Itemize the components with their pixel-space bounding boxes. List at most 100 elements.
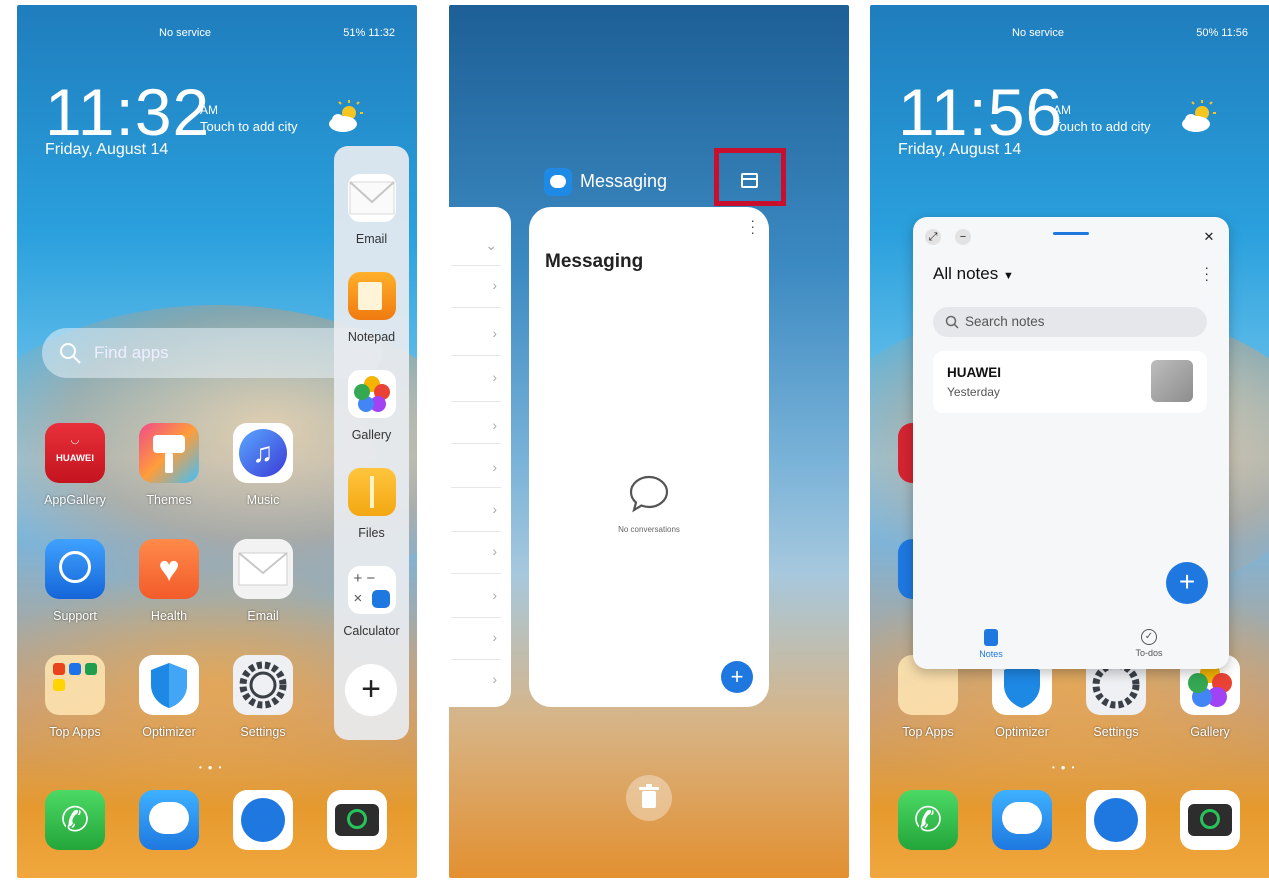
globe-icon <box>233 790 293 850</box>
app-top-apps-folder[interactable]: Top Apps <box>40 655 110 739</box>
dock-messaging[interactable] <box>134 790 204 850</box>
phone-icon: ✆ <box>45 790 105 850</box>
add-city-link[interactable]: Touch to add city <box>200 119 298 134</box>
search-placeholder: Find apps <box>94 343 169 362</box>
notepad-icon <box>347 272 396 320</box>
floating-window-panel: No service 50% 11:56 11:56 AM Touch to a… <box>870 5 1269 878</box>
home-screen-panel: No service 51% 11:32 11:32 AM Touch to a… <box>17 5 417 878</box>
gear-icon <box>233 655 293 715</box>
envelope-icon <box>347 174 396 222</box>
camera-icon <box>327 790 387 850</box>
app-email[interactable]: Email <box>228 539 298 623</box>
add-app-button[interactable]: + <box>345 664 397 716</box>
dock-camera[interactable] <box>322 790 392 850</box>
dock-phone[interactable]: ✆ <box>40 790 110 850</box>
sidebar-item-calculator[interactable]: + − × Calculator <box>334 566 409 638</box>
clock-widget[interactable]: 11:32 AM Touch to add city <box>45 75 298 149</box>
notes-filter-dropdown[interactable]: All notes ▼ <box>933 264 1014 284</box>
messaging-app-icon <box>544 168 572 196</box>
sidebar-item-gallery[interactable]: Gallery <box>334 370 409 442</box>
find-apps-search[interactable]: Find apps <box>42 328 382 378</box>
empty-chat-icon <box>629 475 669 513</box>
envelope-icon <box>233 539 293 599</box>
fullscreen-icon[interactable]: ⤢ <box>925 229 941 245</box>
heart-icon: ♥ <box>139 539 199 599</box>
sidebar-item-files[interactable]: Files <box>334 468 409 540</box>
sidebar-label: Notepad <box>347 330 396 344</box>
app-label: AppGallery <box>44 493 106 507</box>
tab-label: To-dos <box>1135 648 1163 658</box>
notes-search-input[interactable]: Search notes <box>933 307 1207 337</box>
app-health[interactable]: ♥ Health <box>134 539 204 623</box>
app-appgallery[interactable]: ◡ HUAWEI AppGallery <box>40 423 110 507</box>
chevron-right-icon: › <box>492 543 497 559</box>
weather-icon[interactable] <box>1178 99 1218 135</box>
dock-browser[interactable] <box>228 790 298 850</box>
chat-bubble-icon <box>139 790 199 850</box>
new-note-button[interactable]: + <box>1166 562 1208 604</box>
note-title: HUAWEI <box>947 365 1001 380</box>
recents-panel: ⌄ › › › › › › › › › › Messaging · · · Mess… <box>449 5 849 878</box>
folder-icon <box>347 468 396 516</box>
app-label: Gallery <box>1190 725 1230 739</box>
app-label: Support <box>53 609 97 623</box>
close-icon[interactable]: ✕ <box>1201 229 1217 245</box>
search-icon <box>60 343 81 364</box>
floating-notepad-window[interactable]: ⤢ − ✕ All notes ▼ · · · Search notes HUAWE… <box>913 217 1229 669</box>
status-network: No service <box>1012 27 1064 39</box>
multi-window-dock: Email Notepad Gallery Files + − × Calcula… <box>334 146 409 740</box>
clock-widget[interactable]: 11:56 AM Touch to add city <box>898 79 1151 145</box>
app-label: Themes <box>146 493 192 507</box>
app-label: Email <box>247 609 279 623</box>
app-settings[interactable]: Settings <box>228 655 298 739</box>
chevron-right-icon: › <box>492 325 497 341</box>
dropdown-arrow-icon: ▼ <box>1002 270 1014 282</box>
search-placeholder: Search notes <box>965 314 1045 329</box>
sidebar-label: Email <box>355 232 388 246</box>
dock-browser[interactable] <box>1081 790 1151 850</box>
app-music[interactable]: ♫ Music <box>228 423 298 507</box>
globe-icon <box>1086 790 1146 850</box>
clock-time: 11:32 <box>45 75 211 149</box>
app-label: Optimizer <box>142 725 196 739</box>
tab-notes[interactable]: Notes <box>951 629 1031 659</box>
checkmark-circle-icon: ✓ <box>1141 629 1157 645</box>
recent-app-card-previous[interactable]: ⌄ › › › › › › › › › › <box>449 207 511 707</box>
music-note-icon: ♫ <box>233 423 293 483</box>
app-themes[interactable]: Themes <box>134 423 204 507</box>
add-city-link[interactable]: Touch to add city <box>1053 119 1151 134</box>
open-floating-window-button[interactable] <box>714 148 786 206</box>
weather-icon[interactable] <box>325 99 365 135</box>
more-options-icon[interactable]: · · · <box>1204 260 1209 286</box>
clear-all-button[interactable] <box>626 775 672 821</box>
dock-camera[interactable] <box>1175 790 1245 850</box>
status-bar: No service 50% 11:56 <box>870 27 1269 43</box>
folder-icon <box>45 655 105 715</box>
minimize-icon[interactable]: − <box>955 229 971 245</box>
list-item[interactable]: HUAWEI Yesterday <box>933 351 1207 413</box>
new-message-button[interactable]: + <box>721 661 753 693</box>
clock-ampm: AM <box>200 103 218 117</box>
sidebar-item-email[interactable]: Email <box>334 174 409 246</box>
chevron-right-icon: › <box>492 369 497 385</box>
chat-bubble-icon <box>992 790 1052 850</box>
sidebar-item-notepad[interactable]: Notepad <box>334 272 409 344</box>
more-options-icon[interactable]: · · · <box>750 213 755 239</box>
app-optimizer[interactable]: Optimizer <box>134 655 204 739</box>
search-icon <box>945 315 959 329</box>
app-support[interactable]: Support <box>40 539 110 623</box>
tab-todos[interactable]: ✓ To-dos <box>1109 629 1189 658</box>
app-label: Music <box>246 493 280 507</box>
chevron-right-icon: › <box>492 459 497 475</box>
chevron-right-icon: › <box>492 629 497 645</box>
dock-messaging[interactable] <box>987 790 1057 850</box>
drag-handle[interactable] <box>1053 232 1089 235</box>
note-thumbnail <box>1151 360 1193 402</box>
calculator-icon: + − × <box>347 566 396 614</box>
app-label: Settings <box>1093 725 1139 739</box>
dock-phone[interactable]: ✆ <box>893 790 963 850</box>
recent-app-card-messaging[interactable]: · · · Messaging No conversations + <box>529 207 769 707</box>
sidebar-label: Files <box>358 526 385 540</box>
date-label: Friday, August 14 <box>898 141 1022 158</box>
app-label: Top Apps <box>49 725 101 739</box>
